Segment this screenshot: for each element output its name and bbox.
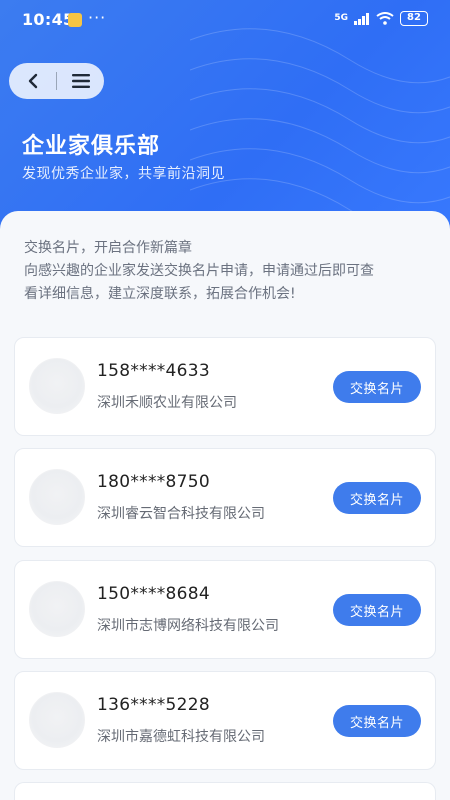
page-subtitle: 发现优秀企业家，共享前沿洞见 [22, 166, 225, 182]
status-time: 10:45 [22, 10, 75, 29]
battery-icon: 82 [400, 11, 428, 26]
intro-heading: 交换名片，开启合作新篇章 [24, 240, 192, 256]
signal-icon [354, 12, 369, 25]
member-phone: 136****5228 [97, 695, 211, 715]
member-company: 深圳市嘉德虹科技有限公司 [97, 729, 265, 745]
status-indicators: 5G 82 [334, 11, 428, 26]
member-company: 深圳睿云智合科技有限公司 [97, 506, 265, 522]
page-title: 企业家俱乐部 [22, 134, 161, 159]
exchange-card-button[interactable]: 交换名片 [333, 705, 421, 737]
app-notification-icon [68, 13, 82, 27]
member-card: 180****8750 深圳睿云智合科技有限公司 交换名片 [14, 448, 436, 547]
member-card-partial [14, 782, 436, 800]
member-phone: 150****8684 [97, 584, 211, 604]
exchange-card-button[interactable]: 交换名片 [333, 594, 421, 626]
menu-icon [71, 74, 90, 88]
intro-text: 交换名片，开启合作新篇章 向感兴趣的企业家发送交换名片申请，申请通过后即可查 看… [24, 237, 434, 306]
avatar [29, 692, 85, 748]
member-company: 深圳市志博网络科技有限公司 [97, 618, 279, 634]
wifi-icon [376, 12, 394, 25]
status-bar: 10:45 ··· 5G 82 [0, 0, 450, 40]
intro-desc-line-1: 向感兴趣的企业家发送交换名片申请，申请通过后即可查 [24, 263, 374, 279]
member-phone: 180****8750 [97, 472, 211, 492]
exchange-card-button[interactable]: 交换名片 [333, 371, 421, 403]
member-company: 深圳禾顺农业有限公司 [97, 395, 237, 411]
avatar [29, 358, 85, 414]
member-phone: 158****4633 [97, 361, 211, 381]
avatar [29, 581, 85, 637]
network-type: 5G [334, 13, 348, 23]
member-card: 150****8684 深圳市志博网络科技有限公司 交换名片 [14, 560, 436, 659]
member-card: 136****5228 深圳市嘉德虹科技有限公司 交换名片 [14, 671, 436, 770]
nav-capsule [9, 63, 104, 99]
back-arrow-icon [28, 73, 37, 89]
intro-desc-line-2: 看详细信息，建立深度联系，拓展合作机会! [24, 286, 296, 302]
member-card: 158****4633 深圳禾顺农业有限公司 交换名片 [14, 337, 436, 436]
exchange-card-button[interactable]: 交换名片 [333, 482, 421, 514]
menu-button[interactable] [57, 63, 104, 99]
more-notifications-icon: ··· [88, 8, 107, 27]
back-button[interactable] [9, 63, 56, 99]
avatar [29, 469, 85, 525]
